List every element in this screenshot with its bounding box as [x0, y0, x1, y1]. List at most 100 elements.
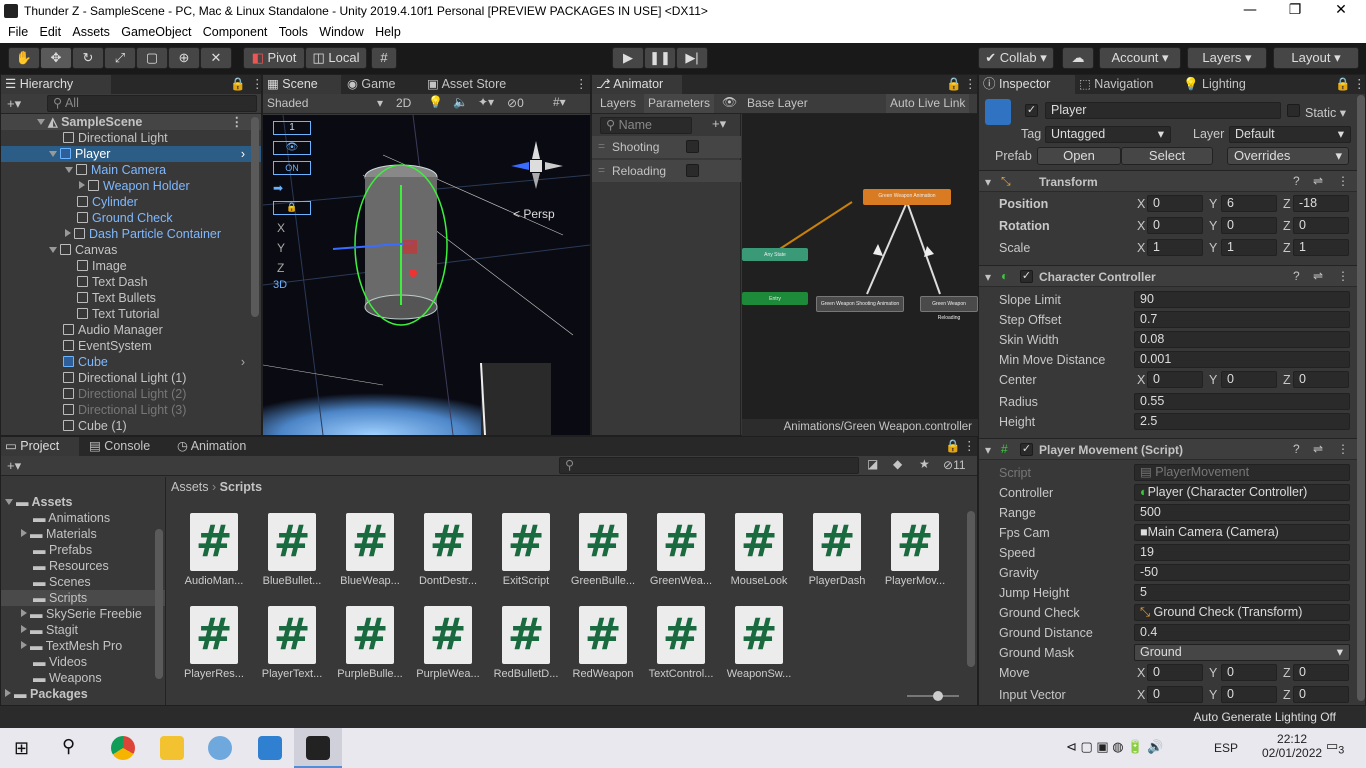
- tab-animation[interactable]: ◷ Animation: [173, 437, 265, 456]
- notification-icon[interactable]: ▭3: [1326, 738, 1344, 757]
- component-menu-icon[interactable]: ⋮: [1337, 269, 1349, 283]
- hierarchy-item[interactable]: Text Dash: [1, 274, 261, 290]
- hierarchy-item[interactable]: Canvas: [1, 242, 261, 258]
- script-asset[interactable]: # ExitScript: [487, 513, 565, 587]
- tree-item[interactable]: ▬ Videos: [1, 654, 165, 670]
- move-tool-icon[interactable]: ✥: [40, 47, 72, 69]
- persp-label[interactable]: < Persp: [513, 207, 555, 221]
- script-asset[interactable]: # TextControl...: [642, 606, 720, 680]
- hierarchy-item[interactable]: Cube ›: [1, 354, 261, 370]
- drag-handle-icon[interactable]: =: [598, 139, 605, 153]
- move-y-field[interactable]: 0: [1221, 664, 1277, 681]
- step-offset-field[interactable]: 0.7: [1134, 311, 1350, 328]
- tab-project[interactable]: ▭ Project: [1, 437, 79, 456]
- add-parameter-icon[interactable]: +▾: [712, 116, 726, 132]
- gravity-field[interactable]: -50: [1134, 564, 1350, 581]
- local-button[interactable]: ◫ Local: [305, 47, 367, 69]
- hidden-objects-toggle[interactable]: ⊘0: [507, 96, 524, 110]
- position-y-field[interactable]: 6: [1221, 195, 1277, 212]
- hierarchy-item[interactable]: Cube (1): [1, 418, 261, 434]
- scene-overlay-1[interactable]: 1: [273, 121, 311, 135]
- step-button[interactable]: ▶|: [676, 47, 708, 69]
- lock-icon[interactable]: 🔒: [273, 201, 311, 215]
- menu-gameobject[interactable]: GameObject: [113, 23, 191, 39]
- tab-game[interactable]: ◉ Game: [343, 75, 423, 94]
- ground-mask-dropdown[interactable]: Ground ▾: [1134, 644, 1350, 661]
- expand-icon[interactable]: [49, 151, 57, 157]
- transform-tool-icon[interactable]: ⊕: [168, 47, 200, 69]
- tree-item[interactable]: ▬ Materials: [1, 526, 165, 542]
- hierarchy-item[interactable]: Directional Light (3): [1, 402, 261, 418]
- state-node-any[interactable]: Any State: [742, 248, 808, 261]
- presets-icon[interactable]: ⇌: [1313, 442, 1323, 456]
- create-icon[interactable]: +▾: [7, 96, 21, 112]
- script-asset[interactable]: # DontDestr...: [409, 513, 487, 587]
- ground-distance-field[interactable]: 0.4: [1134, 624, 1350, 641]
- audio-icon[interactable]: 🔈: [453, 95, 468, 109]
- scale-x-field[interactable]: 1: [1147, 239, 1203, 256]
- lock-icon[interactable]: 🔒: [942, 75, 962, 94]
- state-node-reload[interactable]: Green Weapon Reloading: [920, 296, 978, 321]
- component-menu-icon[interactable]: ⋮: [1337, 442, 1349, 456]
- script-asset[interactable]: # PlayerText...: [253, 606, 331, 680]
- hierarchy-item[interactable]: Dash Particle Container: [1, 226, 261, 242]
- tab-inspector[interactable]: ⓘ Inspector: [979, 75, 1075, 94]
- hierarchy-item[interactable]: Audio Manager: [1, 322, 261, 338]
- input-vector-z-field[interactable]: 0: [1293, 686, 1349, 703]
- auto-live-link-button[interactable]: Auto Live Link: [886, 94, 970, 113]
- script-asset[interactable]: # GreenWea...: [642, 513, 720, 587]
- minimize-icon[interactable]: —: [1240, 2, 1260, 20]
- parameter-checkbox[interactable]: [686, 140, 699, 153]
- file-explorer-icon[interactable]: [160, 736, 184, 760]
- script-asset[interactable]: # BlueWeap...: [331, 513, 409, 587]
- script-asset[interactable]: # WeaponSw...: [720, 606, 798, 680]
- foldout-icon[interactable]: ▾: [985, 270, 991, 284]
- tree-assets[interactable]: ▬ Assets: [1, 494, 165, 510]
- effects-icon[interactable]: ✦▾: [478, 95, 494, 109]
- lock-icon[interactable]: 🔒: [226, 75, 246, 94]
- tab-console[interactable]: ▤ Console: [85, 437, 171, 456]
- min-move-field[interactable]: 0.001: [1134, 351, 1350, 368]
- rotation-x-field[interactable]: 0: [1147, 217, 1203, 234]
- scene-menu-icon[interactable]: ⋮: [231, 114, 244, 130]
- light-icon[interactable]: 💡: [428, 95, 443, 109]
- pause-button[interactable]: ❚❚: [644, 47, 676, 69]
- kebab-menu-icon[interactable]: ⋮: [247, 75, 264, 94]
- menu-tools[interactable]: Tools: [271, 23, 308, 39]
- inspector-scrollbar[interactable]: [1357, 95, 1365, 701]
- collapse-icon[interactable]: [65, 229, 71, 237]
- kebab-menu-icon[interactable]: ⋮: [571, 75, 588, 94]
- cloud-icon[interactable]: ☁: [1062, 47, 1094, 69]
- tab-animator[interactable]: ⎇ Animator: [592, 75, 682, 94]
- kebab-menu-icon[interactable]: ⋮: [959, 437, 976, 456]
- position-z-field[interactable]: -18: [1293, 195, 1349, 212]
- static-dropdown[interactable]: Static ▾: [1305, 105, 1346, 120]
- scene-gizmo[interactable]: [501, 131, 571, 201]
- move-x-field[interactable]: 0: [1147, 664, 1203, 681]
- prefab-overrides-dropdown[interactable]: Overrides ▾: [1227, 147, 1349, 165]
- skin-width-field[interactable]: 0.08: [1134, 331, 1350, 348]
- grid-snap-icon[interactable]: #: [371, 47, 397, 69]
- tray-icons[interactable]: ⊲ ▢ ▣ ◍ 🔋 🔊: [1066, 739, 1163, 755]
- fps-cam-field[interactable]: ■Main Camera (Camera): [1134, 524, 1350, 541]
- script-asset[interactable]: # PlayerMov...: [876, 513, 954, 587]
- scale-z-field[interactable]: 1: [1293, 239, 1349, 256]
- tab-navigation[interactable]: ⬚ Navigation: [1075, 75, 1175, 94]
- rotation-y-field[interactable]: 0: [1221, 217, 1277, 234]
- foldout-icon[interactable]: ▾: [985, 443, 991, 457]
- input-vector-x-field[interactable]: 0: [1147, 686, 1203, 703]
- restore-icon[interactable]: ❐: [1285, 2, 1305, 20]
- static-checkbox[interactable]: [1287, 104, 1300, 117]
- presets-icon[interactable]: ⇌: [1313, 269, 1323, 283]
- position-x-field[interactable]: 0: [1147, 195, 1203, 212]
- gizmos-icon[interactable]: #▾: [553, 95, 566, 109]
- rotate-tool-icon[interactable]: ↻: [72, 47, 104, 69]
- collapse-icon[interactable]: [79, 181, 85, 189]
- eye-icon[interactable]: 👁: [722, 95, 737, 109]
- script-asset[interactable]: # MouseLook: [720, 513, 798, 587]
- jump-height-field[interactable]: 5: [1134, 584, 1350, 601]
- center-y-field[interactable]: 0: [1221, 371, 1277, 388]
- ground-check-field[interactable]: ⤡ Ground Check (Transform): [1134, 604, 1350, 621]
- animator-graph[interactable]: Green Weapon Animation Any State Entry G…: [742, 114, 978, 420]
- slope-limit-field[interactable]: 90: [1134, 291, 1350, 308]
